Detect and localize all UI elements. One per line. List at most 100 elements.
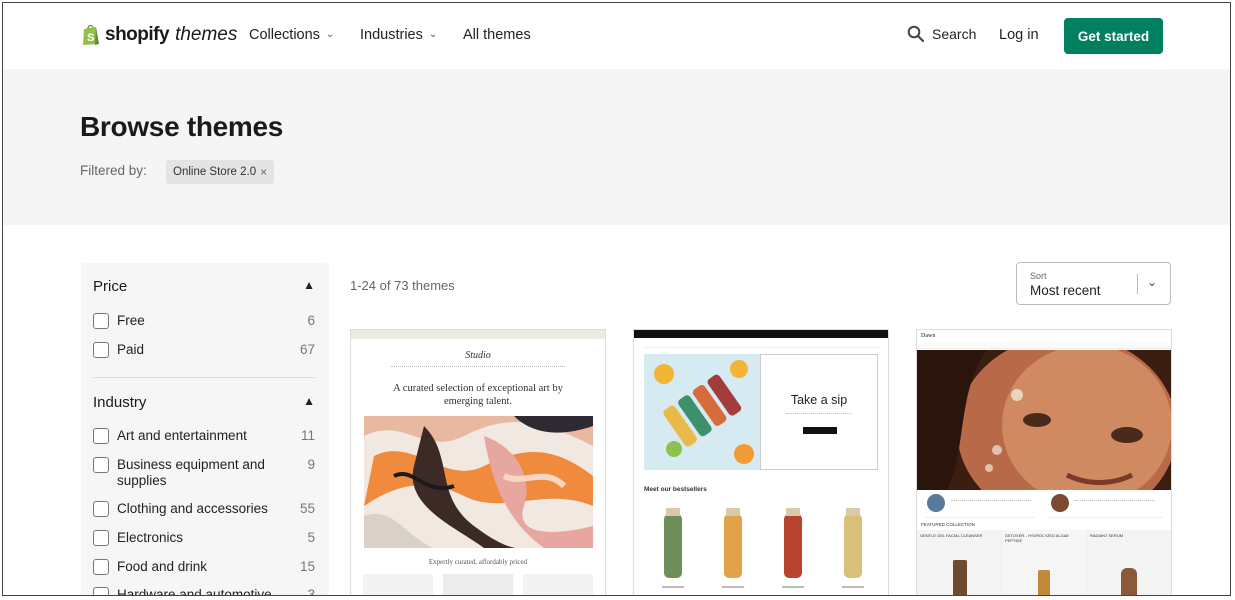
- logo-sub: themes: [175, 23, 238, 45]
- search-icon: [907, 25, 924, 42]
- top-nav: S shopify themes Collections ⌄ Industrie…: [3, 3, 1230, 69]
- filter-chip[interactable]: Online Store 2.0 ×: [166, 160, 275, 184]
- filter-option-label: Hardware and automotive: [117, 587, 272, 596]
- announcement-bar: [634, 330, 888, 338]
- testimonial-text: [1075, 500, 1155, 501]
- filter-option-hardware[interactable]: Hardware and automotive 3: [93, 587, 315, 596]
- filter-option-paid[interactable]: Paid 67: [93, 342, 315, 358]
- filter-option-count: 67: [299, 342, 315, 357]
- chevron-down-icon: ⌄: [1147, 275, 1158, 289]
- svg-text:S: S: [87, 32, 94, 44]
- hero-cta: [803, 427, 837, 434]
- results-count: 1-24 of 73 themes: [350, 278, 455, 293]
- nav-collections[interactable]: Collections ⌄: [249, 27, 334, 43]
- nav-collections-label: Collections: [249, 27, 320, 43]
- checkbox[interactable]: [93, 530, 109, 546]
- product-thumb: [523, 574, 593, 595]
- checkbox[interactable]: [93, 342, 109, 358]
- logo-word: shopify: [105, 23, 170, 45]
- filter-option-business[interactable]: Business equipment and supplies 9: [93, 457, 315, 489]
- filtered-by-label: Filtered by:: [80, 163, 147, 178]
- product-bottle: [1121, 568, 1137, 595]
- checkbox[interactable]: [93, 587, 109, 595]
- filter-option-art[interactable]: Art and entertainment 11: [93, 428, 315, 444]
- product-bottle: [1038, 570, 1050, 595]
- filter-option-label: Free: [117, 313, 145, 328]
- filter-option-count: 5: [307, 530, 315, 545]
- store-nav: [644, 342, 880, 348]
- product-card: DETOXER - HYDROLYZED ALGAE PEPTIDE: [1002, 530, 1087, 595]
- product-bottle: [953, 560, 967, 595]
- product-thumb: [363, 574, 433, 595]
- nav-industries[interactable]: Industries ⌄: [360, 27, 437, 43]
- industry-section-title[interactable]: Industry: [93, 394, 146, 411]
- store-footer-text: Expertly curated, affordably priced: [428, 558, 528, 566]
- theme-card[interactable]: Dawn FEATURED COLLECTION GENTLE GEL FACI…: [916, 329, 1172, 595]
- section-divider: [93, 377, 315, 378]
- section-title: Meet our bestsellers: [644, 486, 707, 493]
- product-name: RADIANT SERUM: [1090, 533, 1124, 538]
- filter-option-label: Electronics: [117, 530, 184, 545]
- sort-value: Most recent: [1030, 283, 1101, 298]
- filter-option-count: 9: [307, 457, 315, 472]
- close-icon[interactable]: ×: [260, 165, 267, 179]
- nav-industries-label: Industries: [360, 27, 423, 43]
- checkbox[interactable]: [93, 559, 109, 575]
- announcement-bar: [917, 342, 1171, 349]
- product-card: GENTLE GEL FACIAL CLEANSER: [917, 530, 1002, 595]
- chevron-up-icon[interactable]: ▲: [303, 394, 315, 408]
- filter-option-label: Business equipment and supplies: [117, 457, 265, 488]
- filter-option-free[interactable]: Free 6: [93, 313, 315, 329]
- nav-all-themes-label: All themes: [463, 27, 531, 43]
- filter-option-label: Art and entertainment: [117, 428, 247, 443]
- checkbox[interactable]: [93, 313, 109, 329]
- filter-option-count: 55: [299, 501, 315, 516]
- product-thumb: [443, 574, 513, 595]
- avatar: [927, 494, 945, 512]
- filter-option-count: 15: [299, 559, 315, 574]
- product-card: RADIANT SERUM: [1087, 530, 1171, 595]
- checkbox[interactable]: [93, 501, 109, 517]
- theme-card[interactable]: Take a sip Meet our bestsellers: [633, 329, 889, 595]
- section-title: FEATURED COLLECTION: [921, 522, 975, 527]
- search-label: Search: [932, 25, 977, 42]
- browser-frame: S shopify themes Collections ⌄ Industrie…: [2, 2, 1231, 596]
- hero-copy: [786, 413, 852, 423]
- theme-card[interactable]: Studio A curated selection of exceptiona…: [350, 329, 606, 595]
- hero-artwork: [364, 416, 593, 548]
- product-grid: GENTLE GEL FACIAL CLEANSER DETOXER - HYD…: [917, 530, 1171, 595]
- price-section-title[interactable]: Price: [93, 278, 127, 295]
- testimonial: [1049, 490, 1163, 518]
- nav-all-themes[interactable]: All themes: [463, 27, 531, 43]
- checkbox[interactable]: [93, 428, 109, 444]
- filter-option-electronics[interactable]: Electronics 5: [93, 530, 315, 546]
- filter-option-food[interactable]: Food and drink 15: [93, 559, 315, 575]
- get-started-button[interactable]: Get started: [1064, 18, 1163, 54]
- chevron-down-icon: ⌄: [428, 28, 438, 40]
- hero-headline: Take a sip: [790, 393, 848, 407]
- search-button[interactable]: Search: [907, 25, 976, 42]
- store-brand: Dawn: [921, 333, 936, 339]
- product-bottles: [662, 508, 864, 588]
- announcement-bar: [351, 330, 605, 339]
- avatar: [1051, 494, 1069, 512]
- shopify-bag-icon: S: [83, 24, 99, 45]
- hero-portrait: [917, 350, 1171, 490]
- sort-select[interactable]: Sort Most recent ⌄: [1016, 262, 1171, 305]
- store-nav-line: [391, 366, 565, 368]
- chevron-up-icon[interactable]: ▲: [303, 278, 315, 292]
- filter-option-clothing[interactable]: Clothing and accessories 55: [93, 501, 315, 517]
- store-tagline: A curated selection of exceptional art b…: [393, 383, 563, 407]
- login-link[interactable]: Log in: [999, 27, 1039, 43]
- shopify-themes-logo[interactable]: S shopify themes: [81, 23, 237, 46]
- filter-chip-label: Online Store 2.0: [173, 166, 257, 178]
- filter-option-label: Paid: [117, 342, 145, 357]
- filter-option-label: Clothing and accessories: [117, 501, 268, 516]
- hero-panel: Take a sip: [760, 354, 878, 470]
- hero-image: [644, 354, 760, 470]
- sort-divider: [1137, 274, 1138, 294]
- checkbox[interactable]: [93, 457, 109, 473]
- store-brand: Studio: [465, 350, 491, 361]
- filter-option-count: 6: [307, 313, 315, 328]
- product-name: GENTLE GEL FACIAL CLEANSER: [920, 533, 983, 538]
